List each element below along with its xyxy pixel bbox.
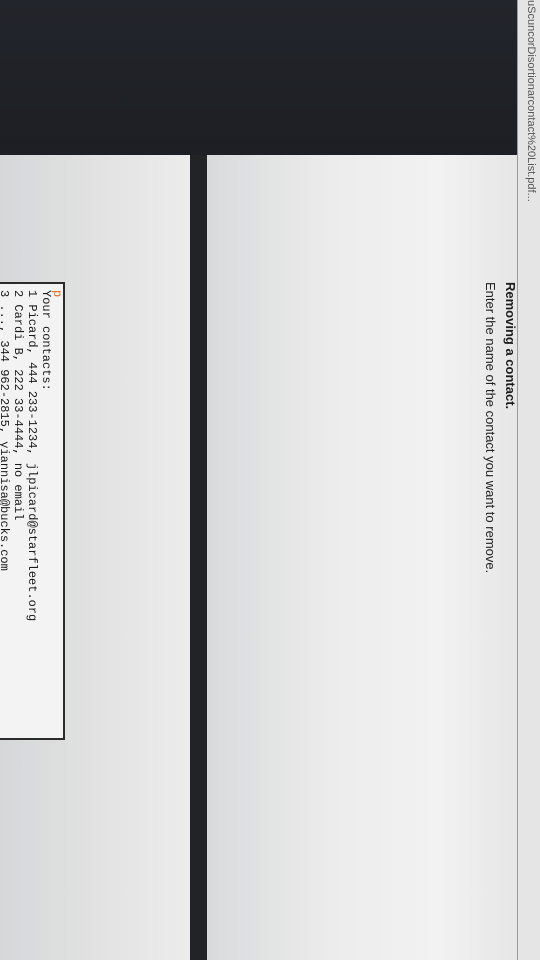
pdf-filename-text: ...uScuncorDisortionarcontact%20List.pdf [525, 0, 537, 202]
section-heading: Removing a contact. [503, 282, 518, 410]
console-line: Your contacts: [39, 290, 53, 391]
console-line: 2 Cardi B, 222 33-4444, no email [11, 290, 25, 521]
page-divider [190, 155, 207, 960]
console-line: 1 Picard, 444 233-1234, jlpicard@starfle… [25, 290, 39, 622]
instruction-text: Enter the name of the contact you want t… [483, 282, 498, 574]
pdf-page-right [207, 155, 517, 960]
photo-of-screen: ...uScuncorDisortionarcontact%20List.pdf… [0, 0, 540, 960]
pdf-filename: ...uScuncorDisortionarcontact%20List.pdf [521, 0, 540, 310]
console-line: 3 ..., 344 962-2815, yiannisa@bucks.com [0, 290, 11, 571]
